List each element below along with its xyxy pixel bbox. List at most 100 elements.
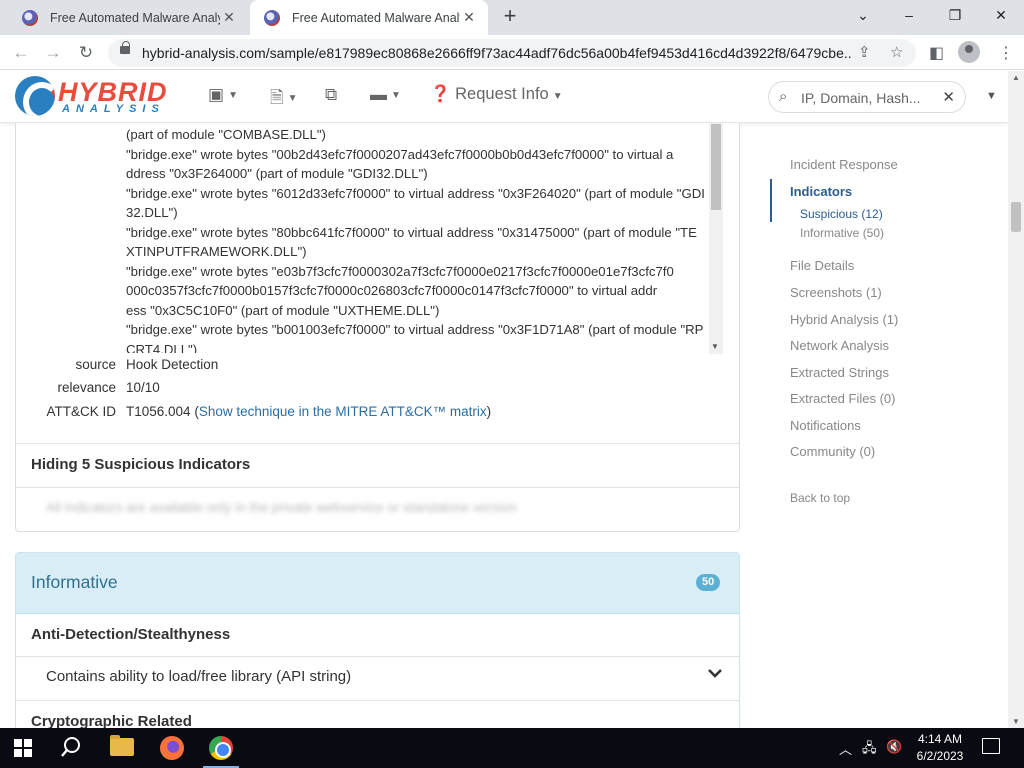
- network-icon[interactable]: 🖧: [862, 739, 877, 761]
- browser-tab[interactable]: Free Automated Malware Analysis ✕: [8, 0, 248, 35]
- windows-start-icon[interactable]: [14, 739, 32, 757]
- informative-title: Informative: [31, 572, 118, 592]
- browser-tab-active[interactable]: Free Automated Malware Analysis ✕: [250, 0, 488, 35]
- details-scroll-thumb[interactable]: [711, 124, 721, 210]
- file-explorer-taskbar-button[interactable]: [98, 728, 146, 768]
- details-line: XTINPUTFRAMEWORK.DLL"): [126, 244, 307, 259]
- tab-title: Free Automated Malware Analysis: [292, 10, 460, 25]
- volume-muted-icon[interactable]: 🔇: [886, 739, 902, 755]
- details-line: "bridge.exe" wrote bytes "b001003efc7f00…: [126, 322, 704, 337]
- page-scrollbar[interactable]: ▲ ▼: [1008, 71, 1024, 728]
- nav-indicators[interactable]: Indicators: [790, 184, 852, 199]
- cube-icon: ▣: [208, 85, 225, 104]
- nav-extracted-files[interactable]: Extracted Files (0): [790, 391, 895, 406]
- page-scroll-thumb[interactable]: [1011, 202, 1021, 232]
- clear-search-icon[interactable]: ✕: [942, 88, 955, 106]
- search-icon: ⌕: [779, 88, 788, 105]
- nav-informative[interactable]: Informative (50): [800, 226, 884, 240]
- scroll-down-arrow-icon[interactable]: ▼: [711, 342, 719, 351]
- nav-incident-response[interactable]: Incident Response: [790, 157, 898, 172]
- divider: [16, 656, 739, 657]
- logo-subtext[interactable]: ANALYSIS: [62, 103, 165, 115]
- relevance-value: 10/10: [126, 380, 160, 395]
- divider: [16, 443, 739, 444]
- nav-hybrid-analysis[interactable]: Hybrid Analysis (1): [790, 312, 898, 327]
- nav-suspicious[interactable]: Suspicious (12): [800, 207, 883, 221]
- attck-id-label: ATT&CK ID: [46, 404, 116, 419]
- details-line: CRT4.DLL"): [126, 341, 198, 354]
- copy-files-icon[interactable]: ⧉: [325, 85, 337, 105]
- blurred-notice-text: All indicators are available only in the…: [46, 500, 517, 515]
- nav-network-analysis[interactable]: Network Analysis: [790, 338, 889, 353]
- nav-community[interactable]: Community (0): [790, 444, 875, 459]
- tab-search-chevron-icon[interactable]: ⌄: [840, 0, 886, 30]
- bookmark-star-icon[interactable]: ☆: [890, 43, 903, 61]
- browser-menu-icon[interactable]: ⋮: [998, 43, 1014, 63]
- close-window-icon[interactable]: ✕: [978, 0, 1024, 30]
- informative-count-badge: 50: [696, 574, 721, 591]
- nav-screenshots[interactable]: Screenshots (1): [790, 285, 882, 300]
- request-info-label: Request Info: [455, 85, 549, 103]
- minimize-icon[interactable]: –: [886, 0, 932, 30]
- cube-menu[interactable]: ▣ ▼: [208, 85, 238, 105]
- source-value: Hook Detection: [126, 357, 219, 372]
- back-arrow-icon[interactable]: ←: [10, 42, 32, 64]
- details-line: ddress "0x3F264000" (part of module "GDI…: [126, 166, 428, 181]
- hybrid-analysis-logo-icon[interactable]: [15, 76, 55, 116]
- firefox-taskbar-button[interactable]: [148, 728, 196, 768]
- share-icon[interactable]: ⇪: [858, 43, 871, 61]
- informative-header[interactable]: Informative 50: [16, 553, 739, 614]
- show-hidden-icons-chevron-icon[interactable]: ︿: [839, 739, 852, 758]
- relevance-label: relevance: [57, 380, 116, 395]
- details-scrollbar[interactable]: ▼: [709, 123, 723, 354]
- active-section-indicator: [770, 179, 772, 222]
- nav-back-to-top[interactable]: Back to top: [790, 491, 850, 505]
- user-menu-caret-icon[interactable]: ▼: [986, 90, 997, 102]
- new-tab-icon[interactable]: +: [498, 5, 522, 29]
- lock-icon: [120, 41, 130, 54]
- attck-id: T1056.004: [126, 404, 191, 419]
- scroll-down-arrow-icon[interactable]: ▼: [1012, 717, 1020, 726]
- file-icon: 🗎: [270, 88, 284, 107]
- nav-extracted-strings[interactable]: Extracted Strings: [790, 365, 889, 380]
- request-info-menu[interactable]: ❓ Request Info ▼: [430, 85, 563, 104]
- close-tab-icon[interactable]: ✕: [220, 9, 238, 26]
- restore-icon[interactable]: ❐: [932, 0, 978, 30]
- notifications-icon[interactable]: [982, 738, 1000, 754]
- side-panel-icon[interactable]: ◧: [929, 43, 944, 63]
- file-menu[interactable]: 🗎 ▼: [270, 85, 298, 114]
- mitre-matrix-link[interactable]: Show technique in the MITRE ATT&CK™ matr…: [199, 404, 487, 419]
- close-tab-icon[interactable]: ✕: [460, 9, 478, 26]
- hidden-indicators-title: Hiding 5 Suspicious Indicators: [31, 456, 251, 473]
- folder-icon: ▬: [370, 85, 387, 104]
- reload-icon[interactable]: ↻: [75, 42, 97, 64]
- scroll-up-arrow-icon[interactable]: ▲: [1012, 73, 1020, 82]
- details-line: 32.DLL"): [126, 205, 178, 220]
- profile-avatar-icon[interactable]: [958, 41, 980, 63]
- folder-icon: [110, 735, 134, 756]
- category-title: Anti-Detection/Stealthyness: [31, 626, 231, 643]
- system-clock[interactable]: 4:14 AM 6/2/2023: [910, 731, 970, 765]
- details-line: 000c0357f3cfc7f0000b0157f3cfc7f0000c0268…: [126, 283, 658, 298]
- indicator-item[interactable]: Contains ability to load/free library (A…: [46, 668, 351, 685]
- indicator-details-text[interactable]: (part of module "COMBASE.DLL") "bridge.e…: [126, 125, 723, 353]
- address-bar[interactable]: hybrid-analysis.com/sample/e817989ec8086…: [108, 39, 916, 67]
- url-text[interactable]: hybrid-analysis.com/sample/e817989ec8086…: [142, 45, 852, 61]
- caret-down-icon: ▼: [287, 93, 298, 105]
- details-line: ess "0x3C5C10F0" (part of module "UXTHEM…: [126, 302, 440, 318]
- search-input-placeholder[interactable]: IP, Domain, Hash...: [801, 90, 921, 106]
- source-label: source: [75, 357, 116, 372]
- nav-notifications[interactable]: Notifications: [790, 418, 861, 433]
- divider: [16, 700, 739, 701]
- tab-title: Free Automated Malware Analysis: [50, 10, 220, 25]
- nav-file-details[interactable]: File Details: [790, 258, 854, 273]
- search-box[interactable]: ⌕ IP, Domain, Hash... ✕: [768, 81, 966, 113]
- firefox-icon: [160, 736, 184, 760]
- chevron-down-icon[interactable]: [706, 664, 724, 682]
- details-line: "bridge.exe" wrote bytes "e03b7f3cfc7f00…: [126, 263, 674, 279]
- folder-menu[interactable]: ▬ ▼: [370, 85, 401, 105]
- taskbar-search-icon[interactable]: [60, 736, 82, 758]
- forward-arrow-icon[interactable]: →: [42, 42, 64, 64]
- chrome-taskbar-button[interactable]: [197, 728, 245, 768]
- site-header: HYBRID ANALYSIS ▣ ▼ 🗎 ▼ ⧉ ▬ ▼ ❓ Request Inf…: [0, 71, 1008, 123]
